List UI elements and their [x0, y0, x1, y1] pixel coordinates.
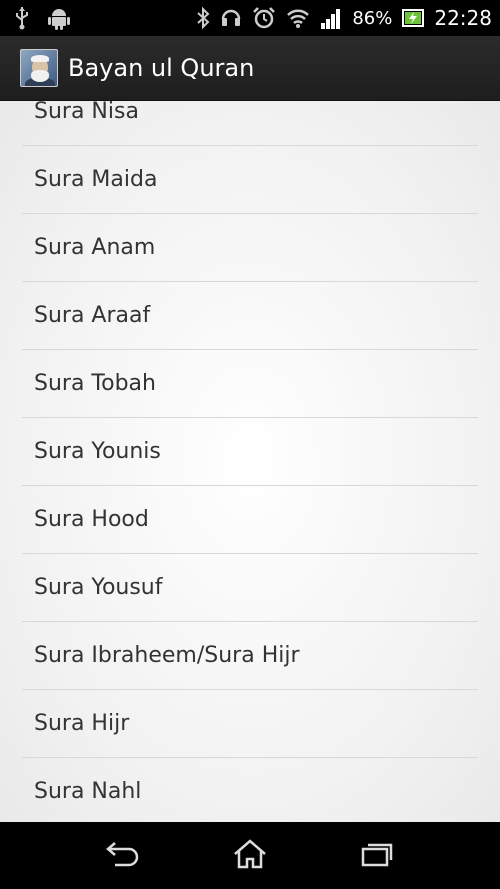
- battery-charging-icon: [402, 8, 425, 28]
- screen: 86% 22:28 Bayan ul Quran Sura Nisa Sura …: [0, 0, 500, 889]
- recent-apps-icon: [360, 841, 394, 871]
- list-item[interactable]: Sura Anam: [22, 214, 478, 282]
- wifi-icon: [286, 7, 310, 29]
- status-notifications: [14, 6, 88, 30]
- list-item-label: Sura Tobah: [34, 371, 156, 396]
- list-item-label: Sura Anam: [34, 235, 156, 260]
- list-item[interactable]: Sura Tobah: [22, 350, 478, 418]
- navigation-bar: [0, 822, 500, 889]
- status-system: 86% 22:28: [186, 6, 492, 30]
- list-item-label: Sura Younis: [34, 439, 161, 464]
- app-title: Bayan ul Quran: [68, 54, 255, 82]
- bluetooth-icon: [196, 6, 210, 30]
- status-bar: 86% 22:28: [0, 0, 500, 36]
- battery-percent: 86%: [352, 7, 393, 29]
- list-item-label: Sura Maida: [34, 167, 158, 192]
- sura-list-container[interactable]: Sura Nisa Sura Maida Sura Anam Sura Araa…: [0, 101, 500, 822]
- list-item-label: Sura Nahl: [34, 779, 142, 804]
- android-debug-icon: [48, 6, 70, 30]
- list-item-label: Sura Ibraheem/Sura Hijr: [34, 643, 300, 668]
- list-item[interactable]: Sura Araaf: [22, 282, 478, 350]
- sura-list: Sura Nisa Sura Maida Sura Anam Sura Araa…: [0, 101, 500, 822]
- app-avatar[interactable]: [20, 49, 58, 87]
- home-button[interactable]: [220, 831, 280, 881]
- list-item-label: Sura Hood: [34, 507, 149, 532]
- back-button[interactable]: [93, 831, 153, 881]
- list-item[interactable]: Sura Younis: [22, 418, 478, 486]
- recent-apps-button[interactable]: [347, 831, 407, 881]
- list-item[interactable]: Sura Nisa: [22, 101, 478, 146]
- headset-icon: [220, 7, 242, 29]
- list-item[interactable]: Sura Yousuf: [22, 554, 478, 622]
- list-item[interactable]: Sura Maida: [22, 146, 478, 214]
- list-item-label: Sura Nisa: [34, 101, 139, 124]
- list-item-label: Sura Hijr: [34, 711, 130, 736]
- usb-icon: [14, 6, 30, 30]
- home-icon: [233, 838, 267, 873]
- list-item-label: Sura Yousuf: [34, 575, 163, 600]
- list-item[interactable]: Sura Ibraheem/Sura Hijr: [22, 622, 478, 690]
- list-item[interactable]: Sura Hood: [22, 486, 478, 554]
- back-icon: [105, 841, 141, 871]
- list-item[interactable]: Sura Nahl: [22, 758, 478, 822]
- clock: 22:28: [434, 6, 492, 30]
- list-item[interactable]: Sura Hijr: [22, 690, 478, 758]
- signal-icon: [320, 7, 342, 29]
- action-bar: Bayan ul Quran: [0, 36, 500, 101]
- alarm-icon: [252, 6, 276, 30]
- list-item-label: Sura Araaf: [34, 303, 151, 328]
